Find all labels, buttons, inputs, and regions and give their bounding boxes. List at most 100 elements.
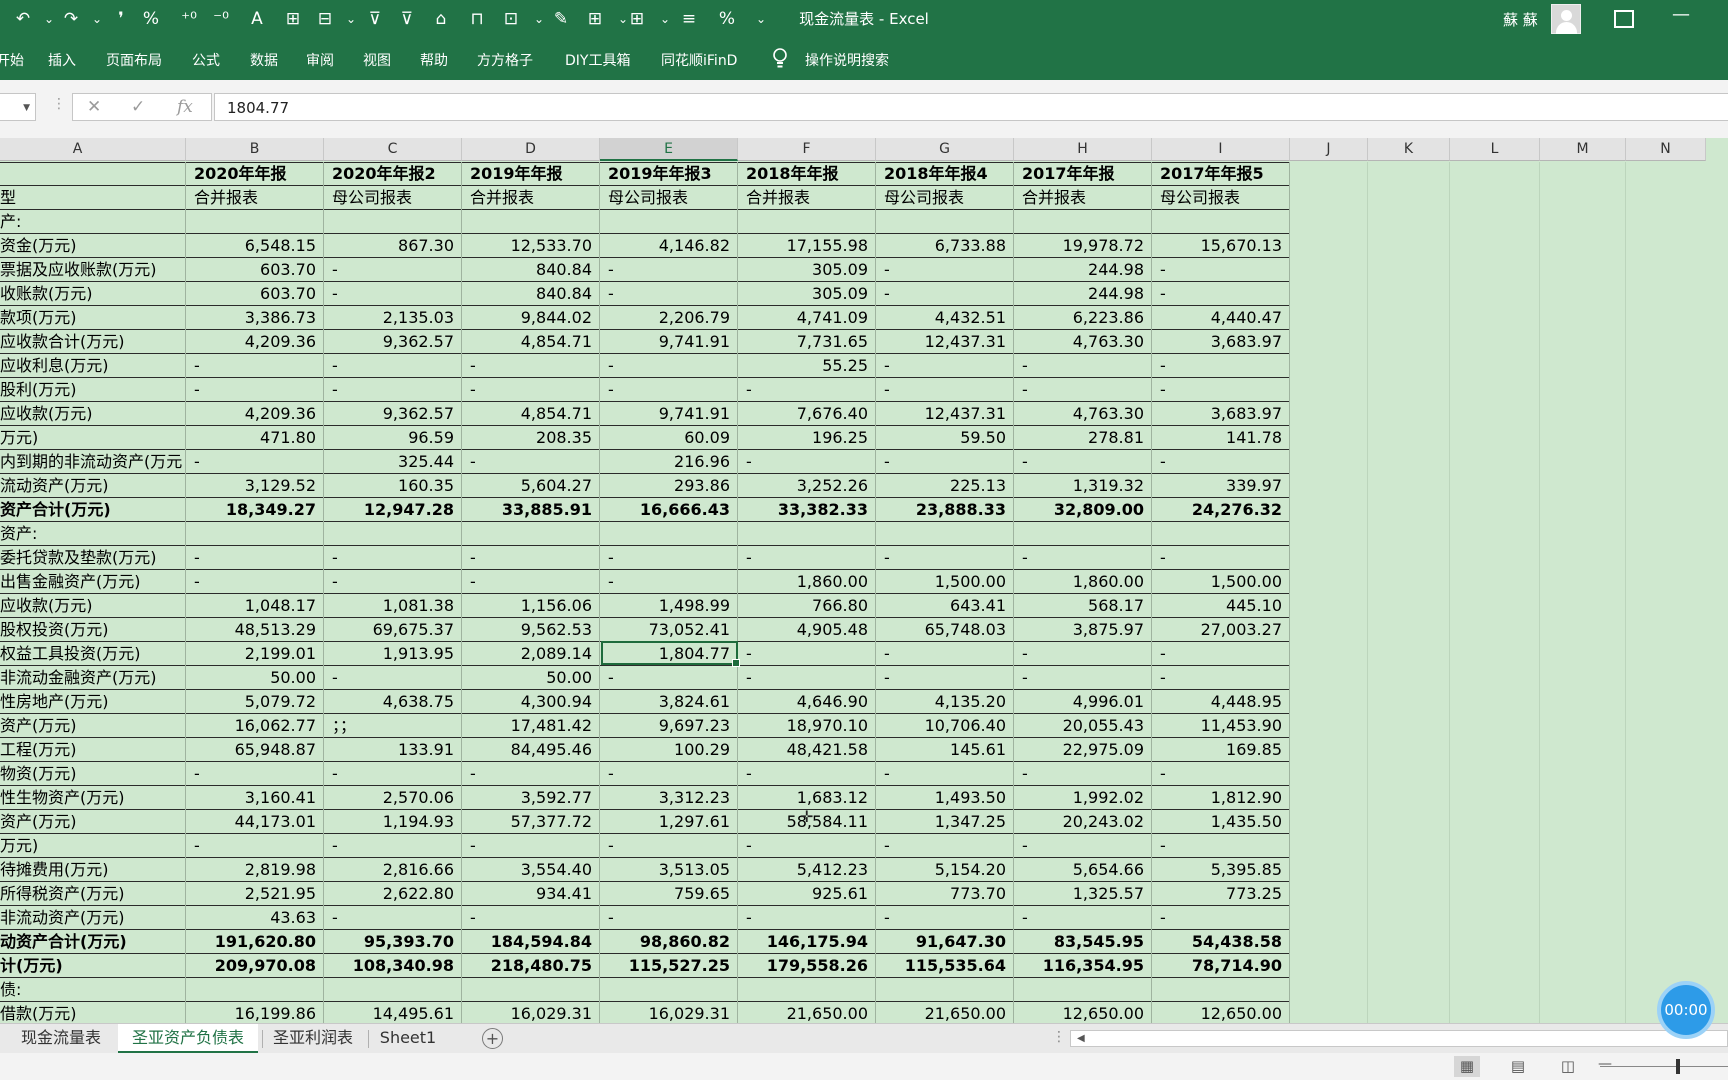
row-label[interactable]: 收账款(万元) [0, 282, 184, 306]
data-cell[interactable]: 69,675.37 [324, 618, 462, 642]
more-options-icon[interactable]: ⋮ [52, 96, 66, 112]
data-cell[interactable]: 91,647.30 [876, 930, 1014, 954]
data-cell[interactable]: - [186, 834, 324, 858]
data-cell[interactable]: - [186, 570, 324, 594]
ribbon-display-icon[interactable] [1614, 10, 1634, 28]
data-cell[interactable]: 305.09 [738, 258, 876, 282]
scroll-left-icon[interactable]: ◀ [1077, 1031, 1085, 1046]
data-cell[interactable]: - [600, 378, 738, 402]
data-cell[interactable]: 9,362.57 [324, 402, 462, 426]
data-cell[interactable]: - [462, 378, 600, 402]
data-cell[interactable]: - [1152, 906, 1290, 930]
header-cell[interactable]: 2020年年报 [186, 162, 324, 186]
sheet-tab[interactable]: 现金流量表 [8, 1024, 114, 1053]
data-cell[interactable] [876, 978, 1014, 1002]
data-cell[interactable]: - [1014, 906, 1152, 930]
data-cell[interactable]: 60.09 [600, 426, 738, 450]
data-cell[interactable]: 603.70 [186, 258, 324, 282]
data-cell[interactable]: 925.61 [738, 882, 876, 906]
data-cell[interactable]: 1,347.25 [876, 810, 1014, 834]
header-cell[interactable]: 2017年年报5 [1152, 162, 1290, 186]
data-cell[interactable]: - [1152, 546, 1290, 570]
ribbon-tab[interactable]: 开始 [0, 50, 24, 70]
header-cell[interactable]: 母公司报表 [600, 186, 738, 210]
data-cell[interactable]: - [738, 450, 876, 474]
row-label[interactable]: 非流动金融资产(万元) [0, 666, 184, 690]
data-cell[interactable]: 4,146.82 [600, 234, 738, 258]
data-cell[interactable]: - [738, 378, 876, 402]
data-cell[interactable]: 100.29 [600, 738, 738, 762]
data-cell[interactable]: 603.70 [186, 282, 324, 306]
data-cell[interactable]: 179,558.26 [738, 954, 876, 978]
data-cell[interactable]: 4,646.90 [738, 690, 876, 714]
data-cell[interactable]: 867.30 [324, 234, 462, 258]
data-cell[interactable]: - [462, 546, 600, 570]
split-handle-icon[interactable]: ⋮ [1052, 1029, 1066, 1045]
data-cell[interactable]: 4,135.20 [876, 690, 1014, 714]
ribbon-tab[interactable]: 帮助 [420, 50, 448, 70]
data-cell[interactable]: - [1152, 258, 1290, 282]
data-cell[interactable]: - [1152, 450, 1290, 474]
data-cell[interactable]: 21,650.00 [876, 1002, 1014, 1023]
data-cell[interactable]: 445.10 [1152, 594, 1290, 618]
data-cell[interactable]: 16,029.31 [600, 1002, 738, 1023]
data-cell[interactable]: 184,594.84 [462, 930, 600, 954]
data-cell[interactable]: - [324, 282, 462, 306]
data-cell[interactable]: 73,052.41 [600, 618, 738, 642]
row-label[interactable]: 债: [0, 978, 184, 1002]
data-cell[interactable]: 17,155.98 [738, 234, 876, 258]
data-cell[interactable]: 6,733.88 [876, 234, 1014, 258]
data-cell[interactable]: - [1014, 834, 1152, 858]
data-cell[interactable]: - [876, 666, 1014, 690]
data-cell[interactable]: 3,875.97 [1014, 618, 1152, 642]
data-cell[interactable]: 840.84 [462, 258, 600, 282]
data-cell[interactable]: 643.41 [876, 594, 1014, 618]
page-layout-view-icon[interactable]: ▤ [1505, 1056, 1531, 1077]
data-cell[interactable]: 146,175.94 [738, 930, 876, 954]
data-cell[interactable]: - [1014, 354, 1152, 378]
data-cell[interactable]: 27,003.27 [1152, 618, 1290, 642]
data-cell[interactable]: - [876, 378, 1014, 402]
data-cell[interactable]: 4,996.01 [1014, 690, 1152, 714]
data-cell[interactable]: - [1152, 282, 1290, 306]
column-header-l[interactable]: L [1450, 138, 1540, 161]
data-cell[interactable] [324, 978, 462, 1002]
data-cell[interactable]: 115,527.25 [600, 954, 738, 978]
data-cell[interactable] [738, 978, 876, 1002]
row-label[interactable]: 性生物资产(万元) [0, 786, 184, 810]
data-cell[interactable]: 2,199.01 [186, 642, 324, 666]
data-cell[interactable]: 7,731.65 [738, 330, 876, 354]
row-label[interactable]: 万元) [0, 834, 184, 858]
data-cell[interactable]: - [324, 378, 462, 402]
data-cell[interactable]: 4,300.94 [462, 690, 600, 714]
data-cell[interactable]: 48,513.29 [186, 618, 324, 642]
data-cell[interactable]: 4,854.71 [462, 330, 600, 354]
data-cell[interactable]: 9,741.91 [600, 402, 738, 426]
row-label[interactable]: 产: [0, 210, 184, 234]
recording-timer[interactable]: 00:00 [1657, 981, 1715, 1039]
data-cell[interactable]: 4,763.30 [1014, 402, 1152, 426]
minimize-button[interactable]: — [1672, 4, 1690, 25]
header-cell[interactable]: 合并报表 [186, 186, 324, 210]
row-label[interactable]: 权益工具投资(万元) [0, 642, 184, 666]
data-cell[interactable]: 12,650.00 [1152, 1002, 1290, 1023]
data-cell[interactable]: 18,970.10 [738, 714, 876, 738]
data-cell[interactable] [600, 978, 738, 1002]
data-cell[interactable]: 218,480.75 [462, 954, 600, 978]
data-cell[interactable]: 471.80 [186, 426, 324, 450]
data-cell[interactable]: - [1014, 666, 1152, 690]
data-cell[interactable] [186, 978, 324, 1002]
data-cell[interactable]: 16,199.86 [186, 1002, 324, 1023]
data-cell[interactable]: 2,570.06 [324, 786, 462, 810]
data-cell[interactable]: 14,495.61 [324, 1002, 462, 1023]
data-cell[interactable] [462, 522, 600, 546]
data-cell[interactable]: 5,412.23 [738, 858, 876, 882]
data-cell[interactable]: 1,498.99 [600, 594, 738, 618]
data-cell[interactable]: 12,650.00 [1014, 1002, 1152, 1023]
data-cell[interactable]: 5,154.20 [876, 858, 1014, 882]
data-cell[interactable]: 1,860.00 [1014, 570, 1152, 594]
data-cell[interactable]: 773.25 [1152, 882, 1290, 906]
ribbon-tab[interactable]: DIY工具箱 [565, 50, 630, 70]
data-cell[interactable]: - [600, 546, 738, 570]
data-cell[interactable]: 3,683.97 [1152, 330, 1290, 354]
